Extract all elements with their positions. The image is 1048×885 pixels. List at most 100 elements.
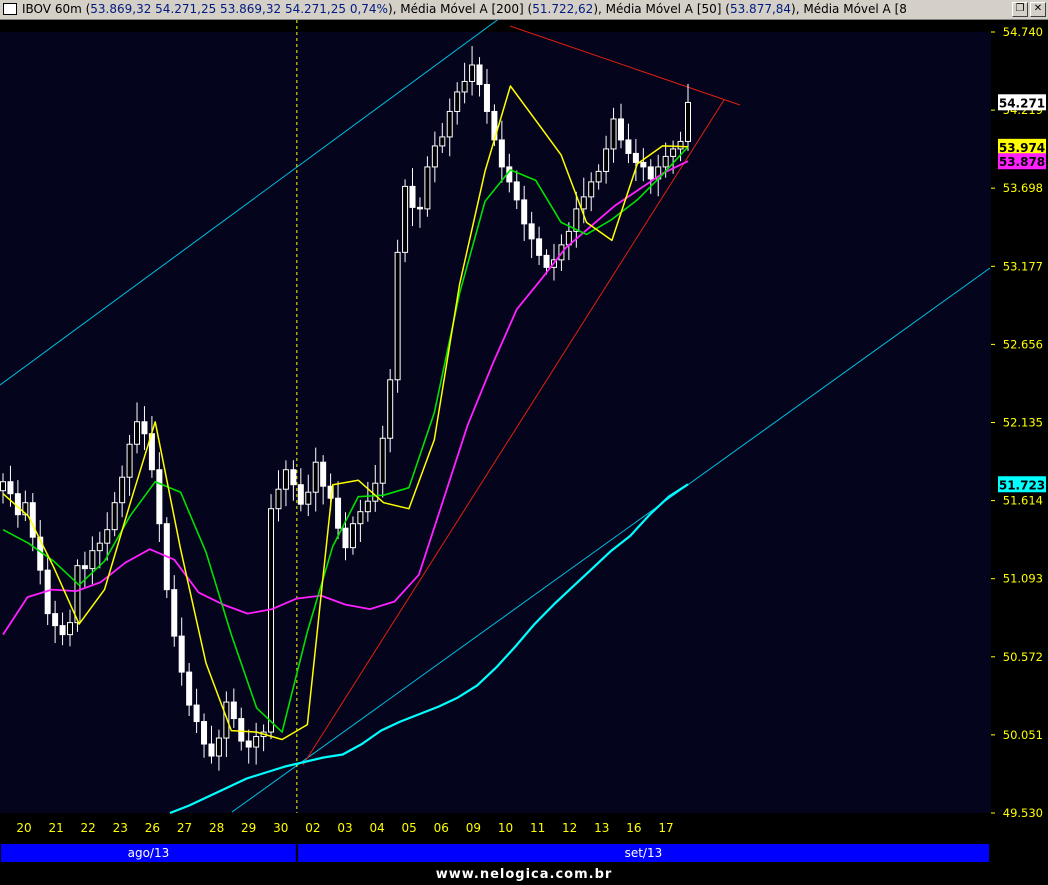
x-tick-label: 26 — [145, 821, 160, 835]
footer-site: www.nelogica.com.br — [435, 867, 613, 882]
candle-down — [208, 743, 215, 757]
candle-up — [111, 502, 118, 531]
x-tick-label: 11 — [530, 821, 545, 835]
candle-up — [312, 461, 319, 493]
x-tick-label: 30 — [273, 821, 288, 835]
candle-down — [297, 484, 304, 505]
y-tick-label: 52.135 — [1003, 416, 1043, 430]
ma200-value: 51.722,62 — [532, 2, 594, 16]
ma200-label: ), Média Móvel A [200] ( — [387, 2, 533, 16]
candle-up — [431, 145, 438, 168]
candle-down — [647, 166, 654, 180]
candle-down — [617, 118, 624, 141]
candle-down — [193, 704, 200, 723]
candle-up — [126, 443, 133, 478]
chart-title: IBOV 60m (53.869,32 54.271,25 53.869,32 … — [22, 0, 907, 19]
candle-down — [156, 469, 163, 525]
candle-down — [528, 223, 535, 240]
price-chart[interactable]: ago/13set/13 54.74054.21953.69853.17752.… — [0, 20, 1048, 864]
candle-up — [282, 469, 289, 490]
candle-up — [305, 491, 312, 505]
candle-up — [424, 166, 431, 210]
x-tick-label: 05 — [402, 821, 417, 835]
candle-up — [610, 118, 617, 150]
close-icon[interactable]: ✕ — [1030, 2, 1046, 17]
restore-icon[interactable]: ❐ — [1012, 2, 1028, 17]
candle-down — [186, 671, 193, 706]
candle-down — [178, 635, 185, 673]
candle-up — [439, 136, 446, 147]
x-tick-label: 29 — [241, 821, 256, 835]
candle-up — [119, 476, 126, 504]
candle-down — [81, 565, 88, 570]
period-label: ago/13 — [128, 846, 170, 860]
candle-down — [632, 152, 639, 163]
candle-up — [104, 529, 111, 544]
candle-down — [640, 161, 647, 168]
candle-up — [372, 482, 379, 502]
y-tick-label: 53.177 — [1003, 259, 1043, 273]
candle-down — [14, 493, 21, 516]
candle-up — [402, 185, 409, 253]
time-axis: 20 21 22 23 26 27 28 29 30 02 03 04 05 06 09 10 11 12 13 16… — [16, 821, 673, 835]
x-tick-label: 04 — [369, 821, 384, 835]
price-label: 51.723 — [999, 478, 1045, 492]
candle-down — [521, 199, 528, 225]
candle-up — [588, 181, 595, 198]
x-tick-label: 20 — [16, 821, 31, 835]
candle-down — [476, 64, 483, 85]
candle-up — [89, 550, 96, 570]
window-icon[interactable] — [3, 3, 17, 15]
candle-up — [670, 148, 677, 157]
candle-down — [171, 589, 178, 637]
candle-up — [387, 379, 394, 439]
candle-down — [7, 481, 14, 495]
candle-down — [290, 469, 297, 486]
candle-up — [580, 196, 587, 210]
window-buttons: ❐ ✕ — [1009, 2, 1046, 18]
y-tick-label: 49.530 — [1003, 806, 1043, 820]
candle-up — [364, 500, 371, 513]
x-tick-label: 06 — [434, 821, 449, 835]
x-tick-label: 28 — [209, 821, 224, 835]
candle-up — [677, 140, 684, 150]
price-label: 54.271 — [999, 96, 1045, 110]
candle-up — [268, 508, 275, 733]
candle-up — [685, 101, 691, 142]
candle-up — [349, 523, 356, 549]
candle-up — [469, 64, 476, 82]
x-tick-label: 16 — [626, 821, 641, 835]
price-labels: 54.271 53.97453.878 51.723 — [998, 94, 1046, 493]
ma50-label: ), Média Móvel A [50] ( — [593, 2, 730, 16]
ohlc-values: 53.869,32 54.271,25 53.869,32 54.271,25 … — [90, 2, 388, 16]
candle-up — [394, 251, 401, 381]
candle-up — [134, 421, 141, 445]
candle-up — [662, 155, 669, 168]
period-bands: ago/13 set/13 — [1, 844, 990, 862]
candle-up — [215, 737, 222, 757]
candle-up — [253, 736, 260, 748]
candle-up — [0, 481, 6, 492]
candle-up — [67, 622, 74, 636]
period-label: set/13 — [625, 846, 663, 860]
candle-down — [320, 461, 327, 487]
candle-down — [409, 185, 416, 208]
ma-extra-label: ), Média Móvel A [8 — [791, 2, 907, 16]
title-prefix: IBOV 60m ( — [22, 2, 91, 16]
candle-down — [335, 497, 342, 529]
candle-up — [595, 170, 602, 183]
plot-area[interactable] — [0, 32, 991, 813]
candle-down — [201, 721, 208, 745]
y-tick-label: 51.093 — [1003, 572, 1043, 586]
x-tick-label: 12 — [562, 821, 577, 835]
y-tick-label: 50.572 — [1003, 650, 1043, 664]
candle-up — [603, 148, 610, 172]
candle-down — [245, 740, 252, 748]
window-title-bar: IBOV 60m (53.869,32 54.271,25 53.869,32 … — [0, 0, 1048, 20]
y-tick-label: 50.051 — [1003, 728, 1043, 742]
candle-down — [59, 625, 66, 636]
candle-down — [141, 421, 148, 435]
y-tick-label: 53.698 — [1003, 181, 1043, 195]
candle-down — [342, 527, 349, 549]
y-tick-label: 52.656 — [1003, 337, 1043, 351]
